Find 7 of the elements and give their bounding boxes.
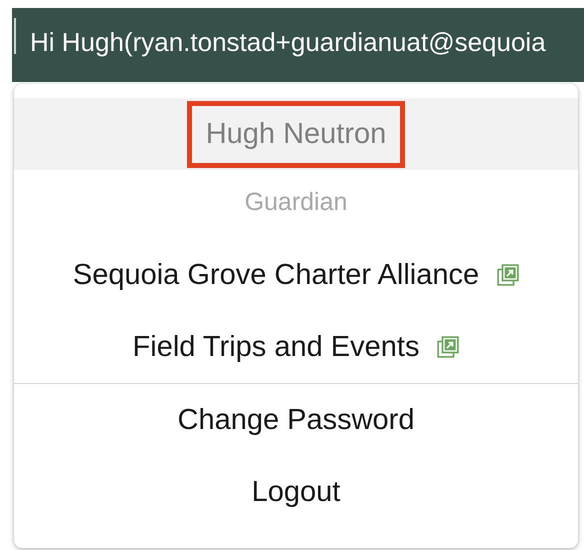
menu-item[interactable]: Change Password bbox=[178, 404, 414, 436]
menu-item[interactable]: Sequoia Grove Charter Alliance bbox=[72, 258, 480, 292]
greeting-text[interactable]: Hi Hugh(ryan.tonstad+guardianuat@sequoia bbox=[30, 26, 546, 58]
user-name: Hugh Neutron bbox=[186, 100, 406, 168]
role-label: Guardian bbox=[244, 188, 348, 217]
menu-item[interactable]: Field Trips and Events bbox=[132, 330, 420, 364]
menu-item[interactable]: Logout bbox=[252, 476, 340, 508]
